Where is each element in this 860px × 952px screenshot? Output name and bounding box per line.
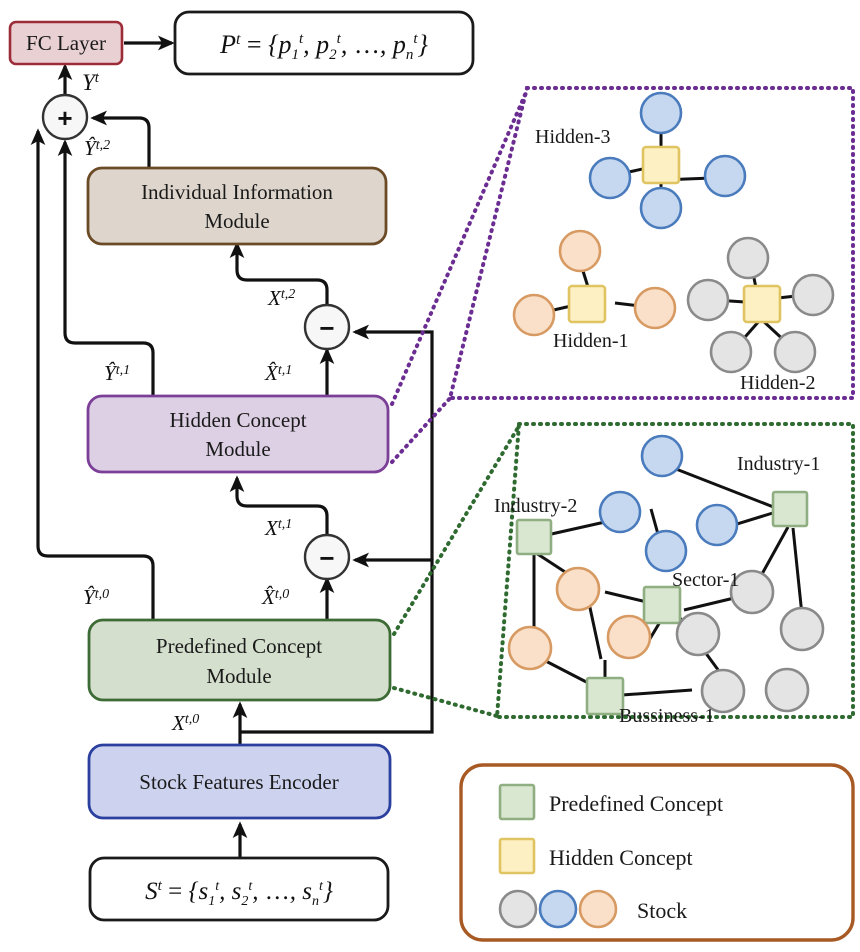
predefined-concept-module-line2: Module — [206, 664, 271, 688]
stock-node-gray — [686, 278, 730, 322]
predefined-concept-node — [771, 490, 809, 528]
stock-node-blue — [639, 186, 683, 230]
hidden-1-label: Hidden-1 — [553, 330, 629, 352]
hidden-concept-panel: Hidden-3 Hidden-1 Hidden-2 — [447, 86, 855, 400]
output-box: Pt = {p1t, p2t, …, pnt} — [173, 10, 475, 76]
predefined-concept-panel: Industry-1 Industry-2 Sector-1 Bussiness… — [494, 422, 855, 727]
hidden-concept-module-line2: Module — [205, 437, 270, 461]
legend-item-hidden-concept: Hidden Concept — [498, 837, 693, 875]
figure-canvas: FC Layer Pt = {p1t, p2t, …, pnt} Individ… — [0, 0, 860, 952]
label-x-hat-t0: X̂t,0 — [261, 585, 289, 609]
stock-node-gray — [773, 330, 817, 374]
stock-node-gray — [675, 611, 721, 657]
industry-2-label: Industry-2 — [494, 495, 577, 517]
predefined-graph-nodes — [507, 434, 825, 716]
predefined-concept-module-box[interactable]: Predefined Concept Module — [87, 618, 392, 702]
output-formula: Pt = {p1t, p2t, …, pnt} — [219, 30, 428, 63]
stock-node-orange — [558, 229, 602, 273]
input-formula: St = {s1t, s2t, …, snt} — [145, 878, 333, 909]
hidden-concept-node — [641, 145, 681, 185]
predefined-concept-node — [642, 585, 682, 625]
stock-node-gray — [726, 236, 770, 280]
individual-information-module-box[interactable]: Individual Information Module — [86, 166, 388, 246]
predefined-concept-node — [515, 518, 553, 556]
stock-node-orange — [555, 566, 601, 612]
stock-node-orange — [507, 625, 553, 671]
stock-features-encoder-box[interactable]: Stock Features Encoder — [87, 743, 392, 820]
label-x-t1: Xt,1 — [264, 516, 292, 540]
stock-node-orange — [606, 614, 652, 660]
legend-item-predefined-concept: Predefined Concept — [498, 783, 723, 821]
stock-node-blue — [640, 434, 684, 478]
legend-label-predefined-concept: Predefined Concept — [549, 791, 723, 816]
hidden-concept-module-line1: Hidden Concept — [169, 408, 306, 432]
stock-node-gray — [779, 606, 825, 652]
minus-operator-lower-symbol: − — [319, 543, 334, 573]
predefined-concept-module-line1: Predefined Concept — [156, 634, 322, 658]
fc-layer-label: FC Layer — [26, 31, 106, 55]
legend-box: Predefined Concept Hidden Concept Stock — [459, 763, 855, 942]
label-y-hat-t0: Ŷt,0 — [83, 585, 109, 609]
bussiness-1-label: Bussiness-1 — [619, 705, 715, 727]
stock-node-blue — [644, 529, 688, 573]
minus-operator-upper-symbol: − — [319, 313, 334, 343]
label-y-hat-t1: Ŷt,1 — [104, 361, 130, 385]
stock-node-blue — [639, 91, 683, 135]
stock-features-encoder-label: Stock Features Encoder — [139, 770, 338, 794]
input-box: St = {s1t, s2t, …, snt} — [88, 856, 390, 922]
hidden-3-label: Hidden-3 — [535, 126, 611, 148]
fc-layer-box[interactable]: FC Layer — [8, 20, 124, 66]
individual-information-module-line1: Individual Information — [141, 180, 333, 204]
hidden-panel-leaders — [390, 88, 529, 464]
legend-label-hidden-concept: Hidden Concept — [549, 845, 693, 870]
label-x-hat-t1: X̂t,1 — [264, 361, 292, 385]
stock-swatch-blue — [538, 889, 578, 929]
minus-operator-lower: − — [303, 533, 351, 581]
label-x-t2: Xt,2 — [267, 286, 295, 310]
stock-node-blue — [703, 154, 747, 198]
stock-node-orange — [633, 286, 677, 330]
hidden-3-cluster: Hidden-3 — [535, 91, 747, 230]
hidden-concept-node — [567, 284, 607, 324]
stock-swatch-orange — [578, 889, 618, 929]
sum-operator: + — [41, 93, 89, 141]
legend-label-stock: Stock — [637, 898, 687, 923]
stock-swatch-gray — [498, 889, 538, 929]
stock-node-gray — [709, 330, 753, 374]
stock-node-blue — [598, 490, 642, 534]
hidden-concept-swatch — [498, 837, 536, 875]
sum-operator-symbol: + — [57, 103, 72, 133]
stock-node-gray — [791, 273, 835, 317]
hidden-1-cluster: Hidden-1 — [512, 229, 677, 352]
stock-node-blue — [695, 503, 739, 547]
hidden-concept-node — [742, 284, 782, 324]
label-y-hat-t2: Ŷt,2 — [84, 136, 110, 160]
sector-1-label: Sector-1 — [672, 569, 739, 591]
predefined-concept-swatch — [498, 783, 536, 821]
label-x-t0: Xt,0 — [171, 711, 199, 735]
minus-operator-upper: − — [303, 303, 351, 351]
stock-node-blue — [588, 156, 632, 200]
stock-node-orange — [512, 293, 556, 337]
architecture-diagram: FC Layer Pt = {p1t, p2t, …, pnt} Individ… — [8, 10, 855, 942]
stock-node-gray — [764, 667, 810, 713]
hidden-2-label: Hidden-2 — [740, 372, 816, 394]
hidden-concept-module-box[interactable]: Hidden Concept Module — [86, 394, 390, 474]
industry-1-label: Industry-1 — [737, 453, 820, 475]
label-y-t: Yt — [82, 70, 100, 95]
individual-information-module-line2: Module — [204, 209, 269, 233]
hidden-2-cluster: Hidden-2 — [686, 236, 835, 394]
predefined-concept-node — [585, 676, 625, 716]
